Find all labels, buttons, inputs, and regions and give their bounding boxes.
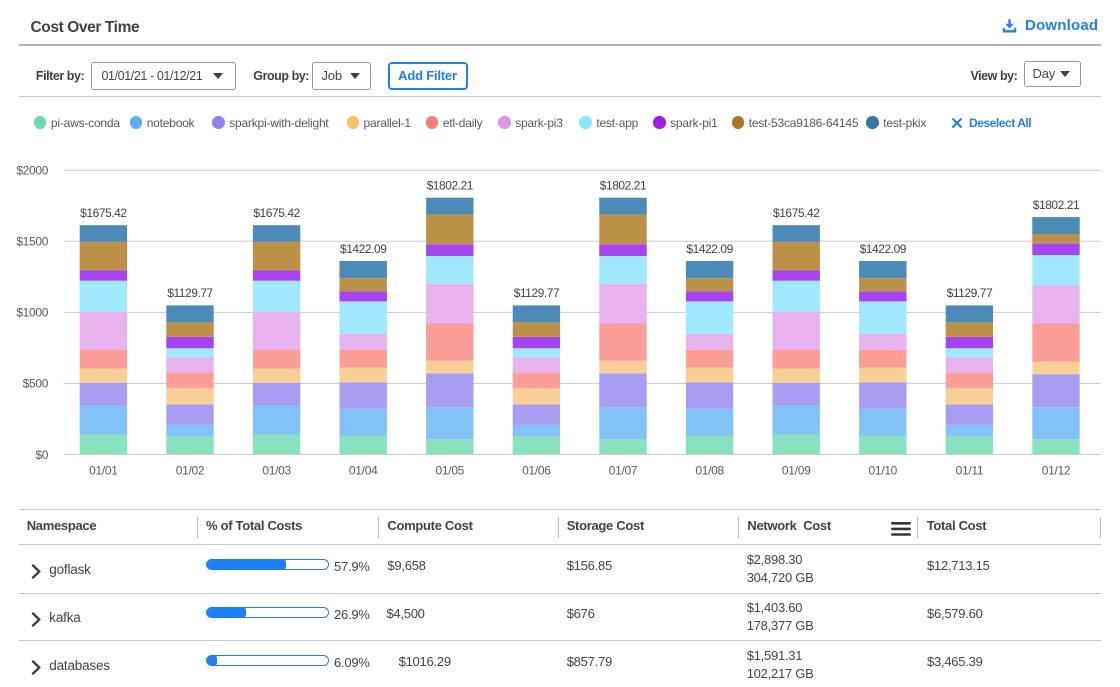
svg-text:$500: $500	[23, 377, 49, 391]
svg-text:01/09: 01/09	[782, 464, 811, 478]
svg-text:$1129.77: $1129.77	[947, 286, 993, 300]
svg-text:01/04: 01/04	[349, 464, 378, 478]
svg-text:01/03: 01/03	[262, 464, 291, 478]
svg-text:$1675.42: $1675.42	[80, 206, 127, 220]
svg-text:01/01: 01/01	[89, 464, 118, 478]
svg-text:$1802.21: $1802.21	[1033, 198, 1080, 212]
svg-text:01/06: 01/06	[522, 464, 551, 478]
svg-text:$1422.09: $1422.09	[860, 242, 907, 256]
svg-text:01/11: 01/11	[956, 464, 984, 478]
svg-text:$2000: $2000	[16, 164, 48, 178]
svg-text:$1000: $1000	[16, 306, 48, 320]
svg-text:$1129.77: $1129.77	[514, 286, 560, 300]
svg-text:01/10: 01/10	[869, 464, 898, 478]
svg-text:$1422.09: $1422.09	[340, 242, 387, 256]
svg-text:$1500: $1500	[16, 235, 48, 249]
svg-text:01/08: 01/08	[695, 464, 724, 478]
svg-text:$1802.21: $1802.21	[600, 179, 647, 193]
svg-text:$1422.09: $1422.09	[686, 242, 733, 256]
svg-text:$1675.42: $1675.42	[253, 206, 300, 220]
svg-text:01/07: 01/07	[609, 464, 638, 478]
svg-text:$1129.77: $1129.77	[167, 286, 213, 300]
svg-text:01/02: 01/02	[176, 464, 205, 478]
svg-text:$1675.42: $1675.42	[773, 206, 820, 220]
svg-text:$1802.21: $1802.21	[427, 179, 474, 193]
svg-text:01/12: 01/12	[1042, 464, 1071, 478]
svg-text:$0: $0	[35, 448, 48, 462]
svg-text:01/05: 01/05	[436, 464, 465, 478]
